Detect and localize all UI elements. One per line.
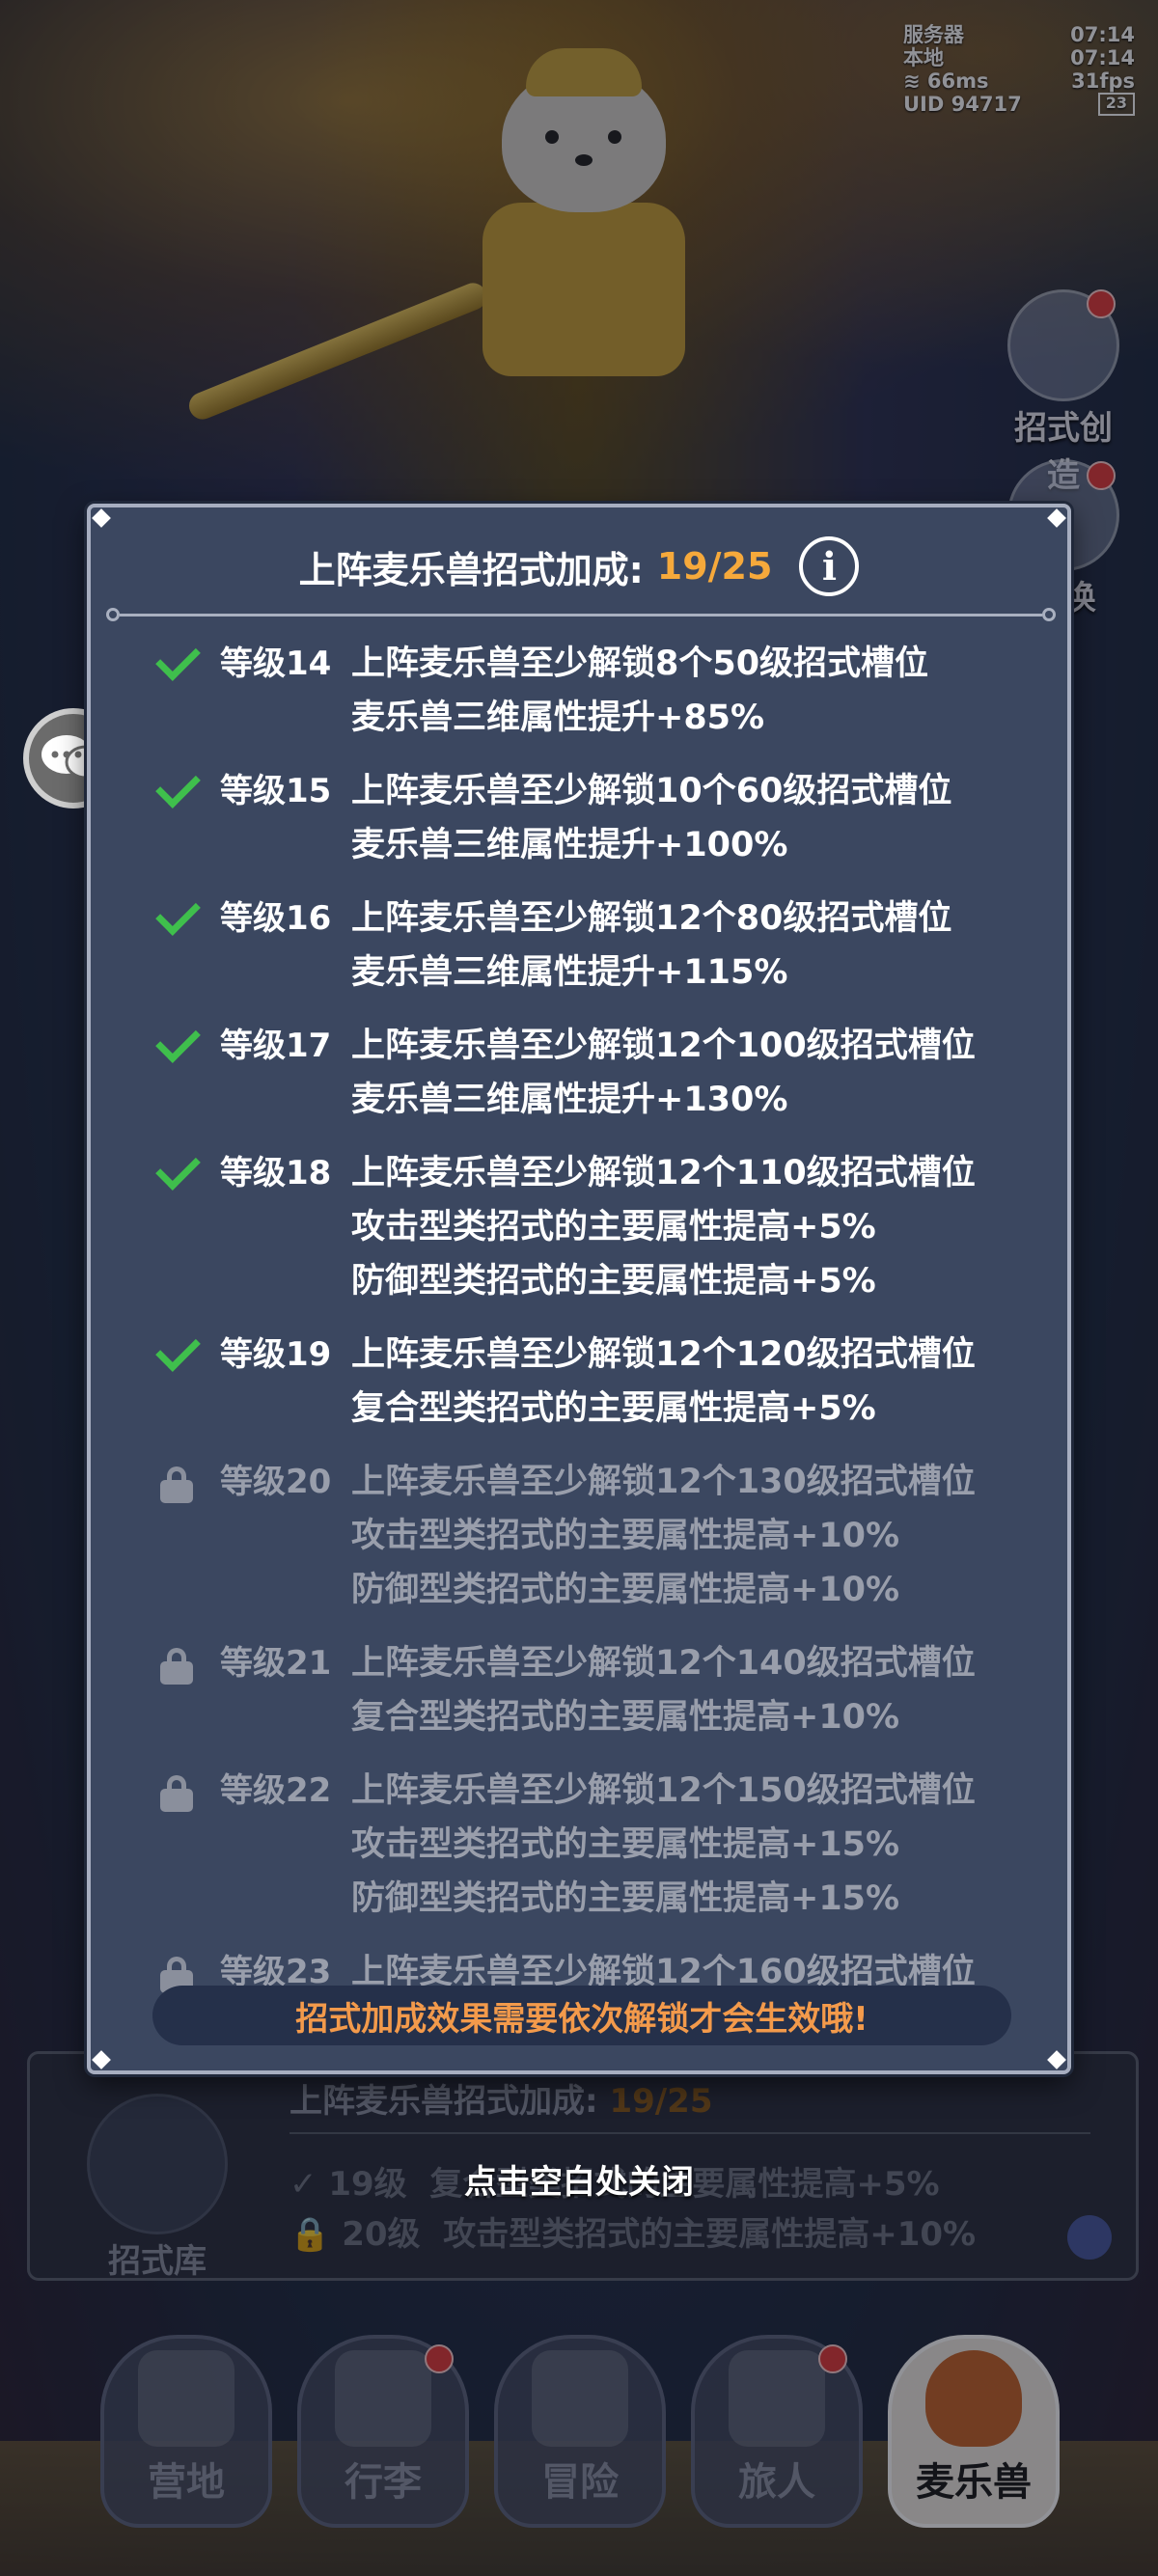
corner-ornament (1047, 508, 1066, 528)
status-locked (91, 1636, 220, 1690)
level-requirement-text: 上阵麦乐兽至少解锁10个60级招式槽位 (351, 772, 952, 810)
checkmark-icon (155, 1145, 201, 1191)
level-bonus-text: 攻击型类招式的主要属性提高+5% (351, 1208, 876, 1247)
corner-ornament (1047, 2050, 1066, 2069)
level-name: 等级20 (220, 1463, 332, 1501)
level-bonus-text: 麦乐兽三维属性提升+130% (351, 1081, 788, 1119)
checkmark-icon (155, 636, 201, 681)
level-row: 等级14 上阵麦乐兽至少解锁8个50级招式槽位 麦乐兽三维属性提升+85% (91, 636, 1067, 745)
skill-bonus-modal: 上阵麦乐兽招式加成: 19/25 i 等级14 上阵麦乐兽至少解锁8个50级招式槽… (87, 504, 1071, 2074)
level-bonus-text: 攻击型类招式的主要属性提高+15% (351, 1825, 900, 1864)
level-requirement-text: 上阵麦乐兽至少解锁12个110级招式槽位 (351, 1154, 976, 1192)
info-icon: i (821, 543, 838, 589)
level-name: 等级18 (220, 1154, 332, 1192)
level-name: 等级14 (220, 644, 332, 683)
lock-icon (160, 1957, 193, 1993)
level-requirement-text: 上阵麦乐兽至少解锁8个50级招式槽位 (351, 644, 929, 683)
corner-ornament (92, 508, 111, 528)
lock-icon (160, 1648, 193, 1685)
close-hint: 点击空白处关闭 (464, 2163, 694, 2202)
level-bonus-text: 防御型类招式的主要属性提高+15% (351, 1879, 900, 1918)
level-name: 等级19 (220, 1335, 332, 1374)
level-name: 等级15 (220, 772, 332, 810)
lock-icon (160, 1775, 193, 1812)
level-requirement-text: 上阵麦乐兽至少解锁12个120级招式槽位 (351, 1335, 976, 1374)
status-locked (91, 1764, 220, 1818)
level-requirement-text: 上阵麦乐兽至少解锁12个150级招式槽位 (351, 1771, 976, 1810)
level-requirements: 上阵麦乐兽至少解锁12个80级招式槽位 麦乐兽三维属性提升+115% (351, 891, 1067, 1000)
level-name: 等级17 (220, 1027, 332, 1065)
status-unlocked (91, 1018, 220, 1073)
level-name: 等级22 (220, 1771, 332, 1810)
status-unlocked (91, 763, 220, 818)
level-row: 等级16 上阵麦乐兽至少解锁12个80级招式槽位 麦乐兽三维属性提升+115% (91, 891, 1067, 1000)
level-requirement-text: 上阵麦乐兽至少解锁12个80级招式槽位 (351, 899, 952, 938)
level-row: 等级18 上阵麦乐兽至少解锁12个110级招式槽位 攻击型类招式的主要属性提高+5%… (91, 1145, 1067, 1308)
level-row: 等级15 上阵麦乐兽至少解锁10个60级招式槽位 麦乐兽三维属性提升+100% (91, 763, 1067, 872)
level-requirements: 上阵麦乐兽至少解锁12个130级招式槽位 攻击型类招式的主要属性提高+10% 防御型… (351, 1455, 1067, 1617)
level-requirements: 上阵麦乐兽至少解锁8个50级招式槽位 麦乐兽三维属性提升+85% (351, 637, 1067, 745)
status-unlocked (91, 636, 220, 691)
status-locked (91, 1455, 220, 1509)
level-requirement-text: 上阵麦乐兽至少解锁12个130级招式槽位 (351, 1463, 976, 1501)
modal-header: 上阵麦乐兽招式加成: 19/25 i (91, 536, 1067, 596)
checkmark-icon (155, 1327, 201, 1372)
level-row: 等级21 上阵麦乐兽至少解锁12个140级招式槽位 复合型类招式的主要属性提高+10… (91, 1636, 1067, 1744)
level-bonus-text: 复合型类招式的主要属性提高+5% (351, 1389, 876, 1428)
status-unlocked (91, 1327, 220, 1382)
modal-title: 上阵麦乐兽招式加成: (298, 548, 644, 591)
unlock-order-note: 招式加成效果需要依次解锁才会生效哦! (152, 1986, 1011, 2045)
level-requirements: 上阵麦乐兽至少解锁12个120级招式槽位 复合型类招式的主要属性提高+5% (351, 1328, 1067, 1436)
level-list: 等级14 上阵麦乐兽至少解锁8个50级招式槽位 麦乐兽三维属性提升+85% 等级15 上… (91, 636, 1067, 2018)
status-unlocked (91, 891, 220, 945)
checkmark-icon (155, 763, 201, 808)
level-name: 等级21 (220, 1644, 332, 1683)
level-row: 等级17 上阵麦乐兽至少解锁12个100级招式槽位 麦乐兽三维属性提升+130% (91, 1018, 1067, 1127)
level-requirements: 上阵麦乐兽至少解锁12个100级招式槽位 麦乐兽三维属性提升+130% (351, 1019, 1067, 1127)
level-row: 等级19 上阵麦乐兽至少解锁12个120级招式槽位 复合型类招式的主要属性提高+5% (91, 1327, 1067, 1436)
modal-progress: 19/25 (656, 545, 773, 588)
checkmark-icon (155, 1018, 201, 1063)
level-name: 等级16 (220, 899, 332, 938)
level-requirements: 上阵麦乐兽至少解锁10个60级招式槽位 麦乐兽三维属性提升+100% (351, 764, 1067, 872)
level-bonus-text: 攻击型类招式的主要属性提高+10% (351, 1517, 900, 1555)
level-requirement-text: 上阵麦乐兽至少解锁12个140级招式槽位 (351, 1644, 976, 1683)
corner-ornament (92, 2050, 111, 2069)
info-button[interactable]: i (799, 536, 860, 596)
level-bonus-text: 防御型类招式的主要属性提高+10% (351, 1571, 900, 1609)
level-bonus-text: 麦乐兽三维属性提升+100% (351, 826, 788, 864)
status-unlocked (91, 1145, 220, 1200)
checkmark-icon (155, 891, 201, 936)
level-requirements: 上阵麦乐兽至少解锁12个110级招式槽位 攻击型类招式的主要属性提高+5% 防御型类… (351, 1146, 1067, 1308)
level-row: 等级20 上阵麦乐兽至少解锁12个130级招式槽位 攻击型类招式的主要属性提高+10… (91, 1455, 1067, 1617)
level-bonus-text: 麦乐兽三维属性提升+115% (351, 953, 788, 992)
level-bonus-text: 复合型类招式的主要属性提高+10% (351, 1698, 900, 1737)
level-requirements: 上阵麦乐兽至少解锁12个140级招式槽位 复合型类招式的主要属性提高+10% (351, 1636, 1067, 1744)
level-bonus-text: 防御型类招式的主要属性提高+5% (351, 1262, 876, 1301)
level-row: 等级22 上阵麦乐兽至少解锁12个150级招式槽位 攻击型类招式的主要属性提高+15… (91, 1764, 1067, 1926)
level-bonus-text: 麦乐兽三维属性提升+85% (351, 699, 765, 737)
header-divider (106, 608, 1056, 621)
lock-icon (160, 1466, 193, 1503)
level-requirements: 上阵麦乐兽至少解锁12个150级招式槽位 攻击型类招式的主要属性提高+15% 防御型… (351, 1764, 1067, 1926)
level-requirement-text: 上阵麦乐兽至少解锁12个100级招式槽位 (351, 1027, 976, 1065)
